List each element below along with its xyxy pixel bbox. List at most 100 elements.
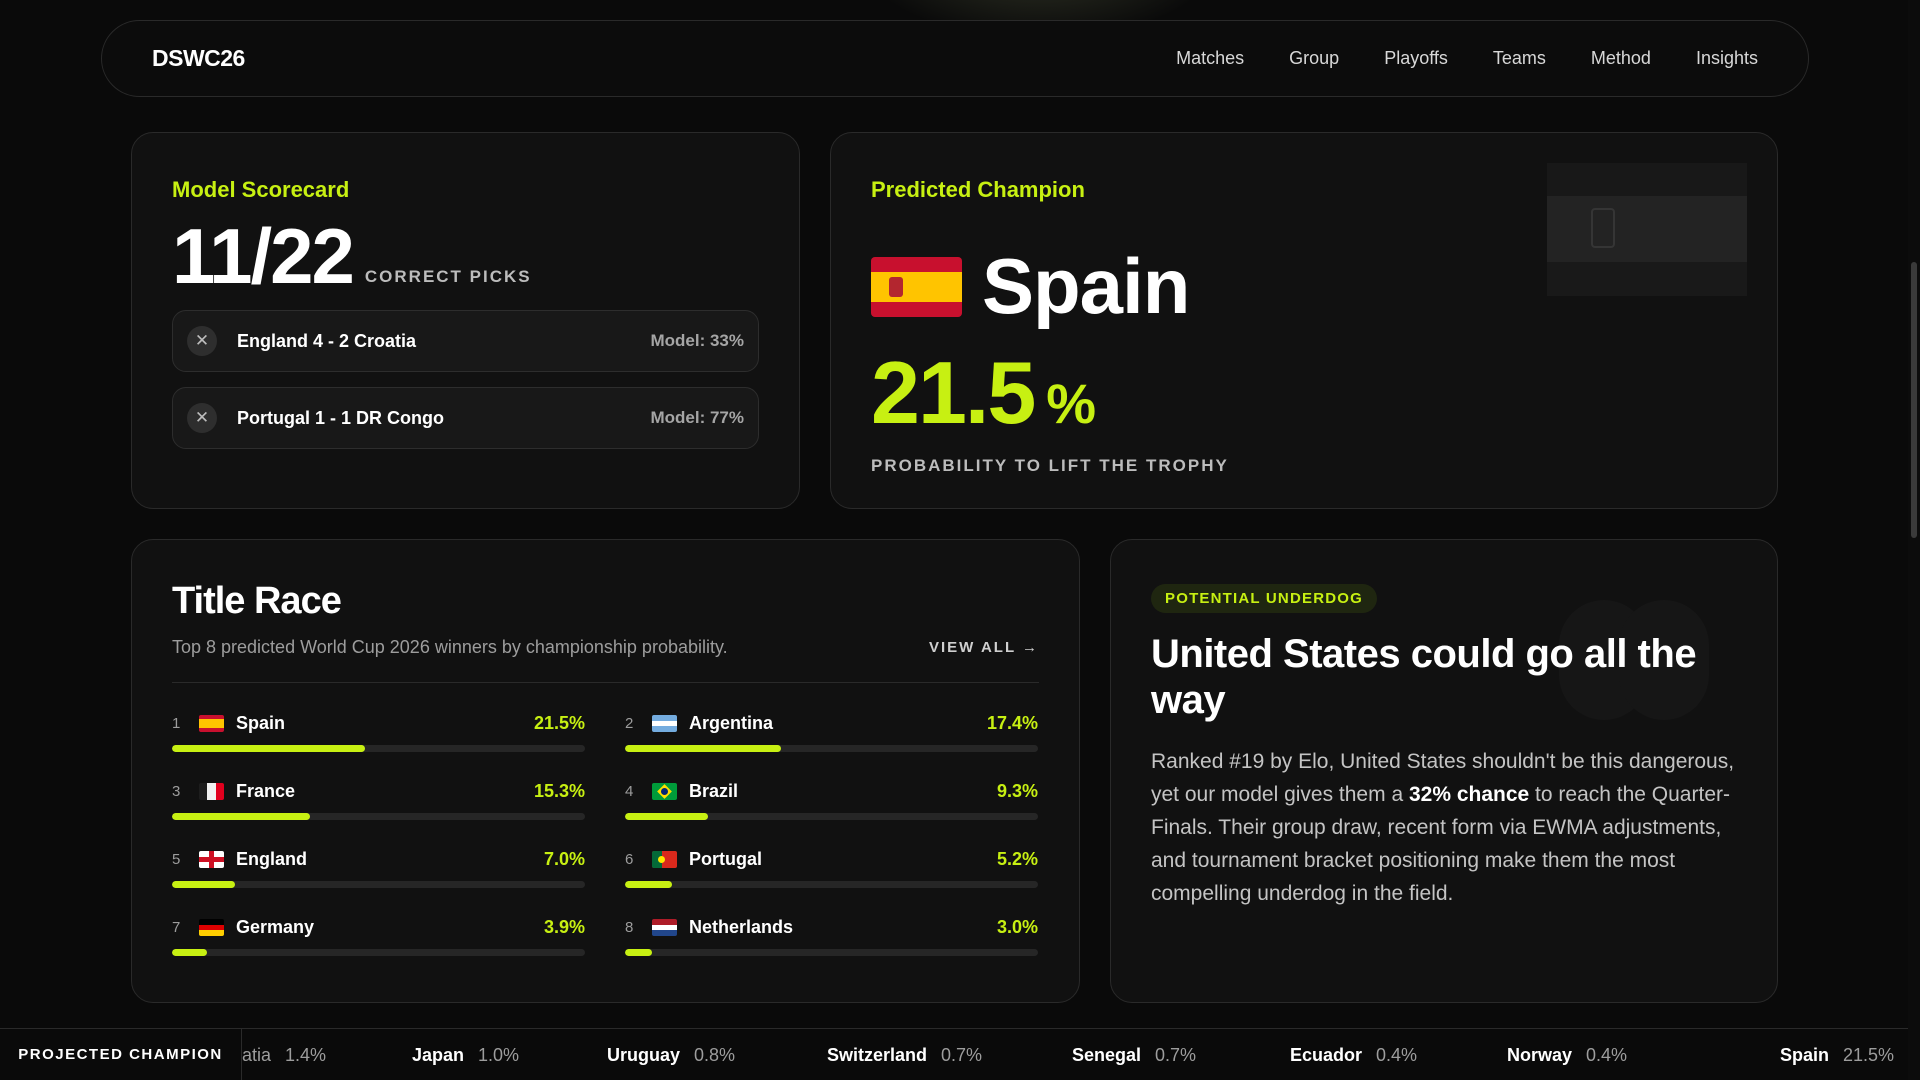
scorecard-title: Model Scorecard [172,177,350,202]
percent-sign: % [1046,372,1097,435]
title-race-card: Title Race Top 8 predicted World Cup 202… [131,539,1080,1003]
ticker-item: Ecuador 0.4% [1290,1045,1417,1066]
ticker-item: Senegal 0.7% [1072,1045,1196,1066]
spain-flag-icon [199,714,224,732]
title-race-header: Top 8 predicted World Cup 2026 winners b… [172,637,1039,683]
title-race-list: 1 Spain 21.5% 2 Argentina 17.4% 3 France 15.3% 4 B… [172,713,1039,957]
race-rank: 3 [172,782,181,800]
pick-row[interactable]: ✕ Portugal 1 - 1 DR Congo Model: 77% [172,387,759,449]
nav-link-teams[interactable]: Teams [1493,48,1546,69]
pick-match: Portugal 1 - 1 DR Congo [237,407,444,428]
race-item-header: 1 Spain 21.5% [172,713,585,733]
race-rank: 1 [172,714,181,732]
title-race-item[interactable]: 8 Netherlands 3.0% [625,917,1038,957]
ticker-pct: 21.5% [1843,1044,1895,1065]
underdog-badge: POTENTIAL UNDERDOG [1151,584,1377,613]
title-race-item[interactable]: 7 Germany 3.9% [172,917,585,957]
race-team-pct: 3.9% [543,916,585,937]
probability-bar [172,949,585,956]
brazil-flag-icon [652,782,677,800]
race-team-name: Portugal [689,848,763,869]
probability-bar [172,745,585,752]
race-rank: 6 [625,850,634,868]
view-all-link[interactable]: VIEW ALL → [929,639,1039,656]
nav-link-group[interactable]: Group [1289,48,1339,69]
france-flag-icon [199,782,224,800]
brand-logo[interactable]: DSWC26 [152,45,245,72]
race-team-pct: 21.5% [533,712,585,733]
title-race-item[interactable]: 2 Argentina 17.4% [625,713,1038,753]
ticker-item: Switzerland 0.7% [827,1045,982,1066]
predicted-champion-card: Predicted Champion Spain 21.5 % PROBABIL… [830,132,1778,509]
nav-link-playoffs[interactable]: Playoffs [1384,48,1448,69]
race-team-name: Spain [236,712,286,733]
nav-link-matches[interactable]: Matches [1176,48,1244,69]
underdog-card: POTENTIAL UNDERDOG United States could g… [1110,539,1778,1003]
race-team-name: France [236,780,296,801]
score-value: 11/22 [172,212,355,300]
title-race-item[interactable]: 3 France 15.3% [172,781,585,821]
projected-champion-ticker: PROJECTED CHAMPION atia 1.4% Japan 1.0% Urug… [0,1028,1920,1080]
ticker-item: atia 1.4% [242,1045,326,1066]
probability-bar-fill [625,813,709,820]
netherlands-flag-icon [652,918,677,936]
title-race-item[interactable]: 1 Spain 21.5% [172,713,585,753]
race-team-name: Netherlands [689,916,794,937]
race-item-header: 5 England 7.0% [172,849,585,869]
underdog-body: Ranked #19 by Elo, United States shouldn… [1151,745,1737,910]
spain-flag-watermark [1547,163,1747,296]
race-team-pct: 17.4% [986,712,1038,733]
race-item-header: 8 Netherlands 3.0% [625,917,1038,937]
probability-bar-fill [172,949,208,956]
race-team-name: Brazil [689,780,739,801]
race-rank: 4 [625,782,634,800]
ticker-team: Spain [1780,1044,1830,1065]
race-team-pct: 9.3% [996,780,1038,801]
race-team-name: Germany [236,916,315,937]
race-rank: 5 [172,850,181,868]
probability-bar [625,745,1038,752]
probability-bar-fill [172,881,235,888]
pick-row[interactable]: ✕ England 4 - 2 Croatia Model: 33% [172,310,759,372]
pick-model: Model: 77% [650,408,744,427]
ticker-track: atia 1.4% Japan 1.0% Uruguay 0.8% Switzerland 0… [242,1029,1920,1080]
scrollbar-thumb[interactable] [1911,262,1917,538]
nav-link-insights[interactable]: Insights [1696,48,1758,69]
champion-probability-value: 21.5 [871,343,1036,442]
title-race-item[interactable]: 6 Portugal 5.2% [625,849,1038,889]
champion-probability: 21.5 % [871,342,1737,444]
ticker-item: Norway 0.4% [1507,1045,1627,1066]
model-scorecard-card: Model Scorecard 11/22 CORRECT PICKS ✕ En… [131,132,800,509]
title-race-item[interactable]: 4 Brazil 9.3% [625,781,1038,821]
close-icon: ✕ [187,326,217,356]
ticker-team: Uruguay [607,1044,681,1065]
ticker-pct: 1.0% [478,1044,520,1065]
page-scrollbar[interactable] [1908,0,1920,1080]
race-team-pct: 3.0% [996,916,1038,937]
score-caption: CORRECT PICKS [364,267,532,286]
title-race-item[interactable]: 5 England 7.0% [172,849,585,889]
race-team-name: Argentina [689,712,774,733]
probability-bar [625,813,1038,820]
underdog-title: United States could go all the way [1151,632,1697,722]
title-race-heading: Title Race [172,580,342,622]
race-item-header: 2 Argentina 17.4% [625,713,1038,733]
race-rank: 2 [625,714,634,732]
score-row: 11/22 CORRECT PICKS [172,217,759,295]
race-team-pct: 5.2% [996,848,1038,869]
probability-bar [172,881,585,888]
probability-bar-fill [172,745,365,752]
nav-link-method[interactable]: Method [1591,48,1651,69]
ticker-pct: 0.8% [694,1044,736,1065]
race-team-pct: 7.0% [543,848,585,869]
germany-flag-icon [199,918,224,936]
pick-model: Model: 33% [650,331,744,350]
race-item-header: 4 Brazil 9.3% [625,781,1038,801]
race-team-name: England [236,848,307,869]
england-flag-icon [199,850,224,868]
probability-bar-fill [625,949,652,956]
ticker-item: Spain 21.5% [1780,1045,1894,1066]
probability-bar-fill [625,881,672,888]
portugal-flag-icon [652,850,677,868]
ticker-team: Ecuador [1290,1044,1363,1065]
